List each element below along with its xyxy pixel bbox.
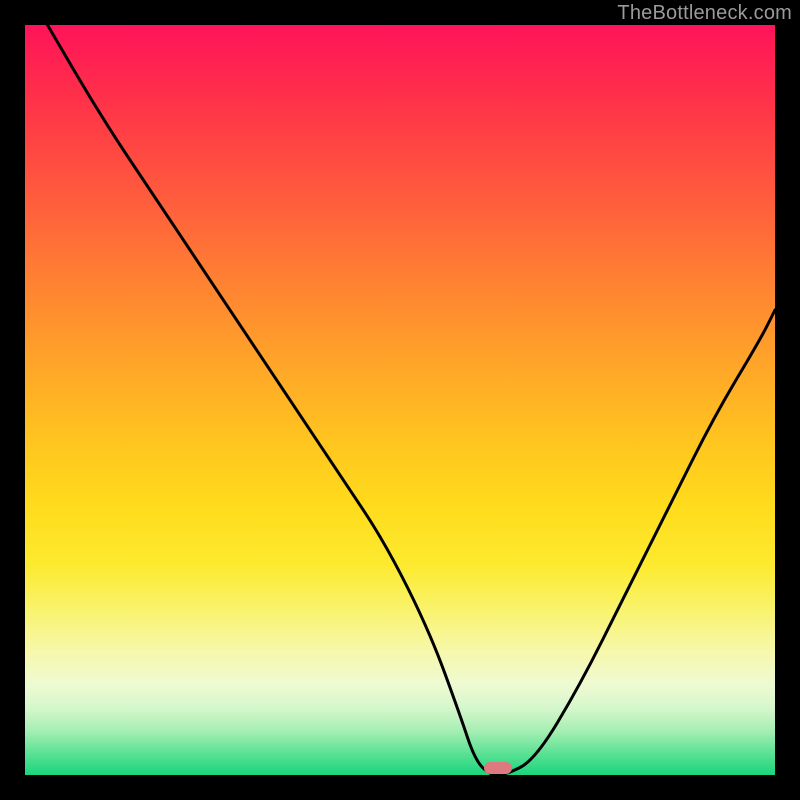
watermark-label: TheBottleneck.com — [617, 2, 792, 25]
plot-area — [25, 25, 775, 775]
curve-svg — [25, 25, 775, 775]
bottleneck-curve-path — [48, 25, 776, 775]
chart-frame: TheBottleneck.com — [0, 0, 800, 800]
optimum-marker — [484, 762, 512, 774]
